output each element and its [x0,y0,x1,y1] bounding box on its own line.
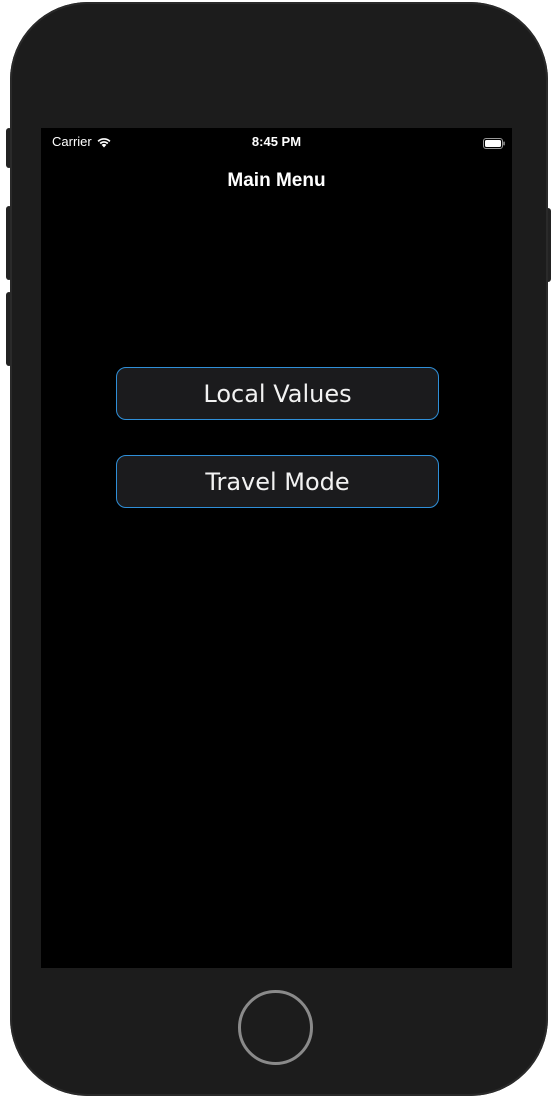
status-bar: Carrier 8:45 PM [41,128,512,156]
travel-mode-button[interactable]: Travel Mode [116,455,439,508]
page-title: Main Menu [227,170,326,191]
status-bar-time: 8:45 PM [251,134,302,149]
local-values-button[interactable]: Local Values [116,367,439,420]
home-button[interactable] [238,990,313,1065]
phone-screen: Carrier 8:45 PM Main Menu Local Values T… [41,128,512,968]
battery-icon [483,137,505,149]
